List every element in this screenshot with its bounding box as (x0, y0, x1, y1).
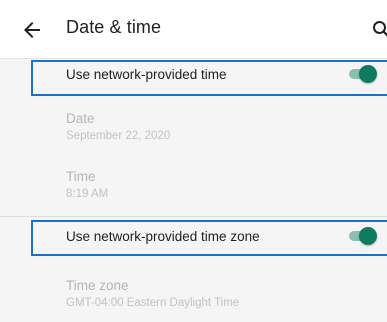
auto-time-toggle[interactable] (349, 65, 379, 83)
auto-zone-row[interactable]: Use network-provided time zone (0, 217, 387, 261)
time-zone-row[interactable]: Time zone GMT-04:00 Eastern Daylight Tim… (0, 267, 387, 322)
time-row[interactable]: Time 8:19 AM (0, 157, 387, 215)
toggle-thumb (359, 65, 377, 83)
back-button[interactable] (20, 18, 44, 42)
arrow-back-icon (20, 18, 44, 42)
app-bar: Date & time (0, 0, 387, 59)
settings-list: Use network-provided time Date September… (0, 59, 387, 322)
date-value: September 22, 2020 (66, 130, 171, 142)
toggle-thumb (359, 227, 377, 245)
auto-time-label: Use network-provided time (66, 67, 227, 82)
search-button[interactable] (370, 18, 387, 42)
time-label: Time (66, 169, 96, 184)
time-zone-value: GMT-04:00 Eastern Daylight Time (66, 297, 240, 309)
page-title: Date & time (66, 17, 162, 37)
time-value: 8:19 AM (66, 188, 109, 200)
search-icon (370, 18, 387, 42)
auto-time-row[interactable]: Use network-provided time (0, 59, 387, 103)
auto-zone-label: Use network-provided time zone (66, 229, 260, 244)
date-row[interactable]: Date September 22, 2020 (0, 103, 387, 157)
auto-zone-toggle[interactable] (349, 227, 379, 245)
date-label: Date (66, 111, 95, 126)
time-zone-label: Time zone (66, 278, 129, 293)
